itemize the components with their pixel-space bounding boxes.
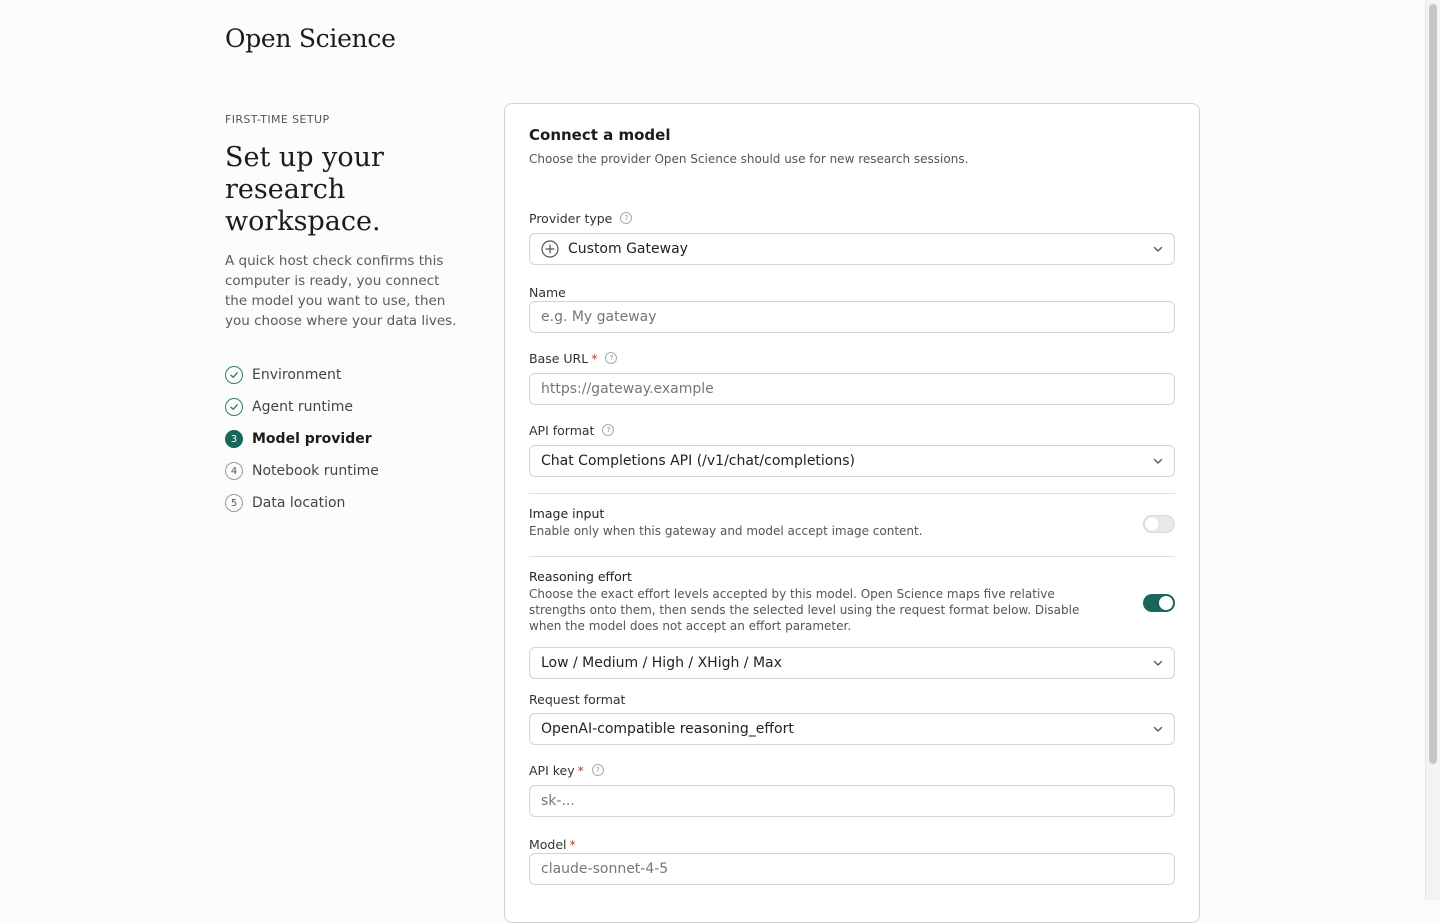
- request-format-select[interactable]: OpenAI-compatible reasoning_effort: [529, 713, 1175, 745]
- effort-levels-value: Low / Medium / High / XHigh / Max: [541, 655, 782, 671]
- section-divider: [529, 556, 1175, 557]
- step-agent-runtime: Agent runtime: [225, 391, 465, 423]
- model-field-box: [529, 853, 1175, 885]
- connect-model-card: Connect a model Choose the provider Open…: [504, 103, 1200, 923]
- step-label: Agent runtime: [252, 399, 354, 415]
- reasoning-effort-title: Reasoning effort: [529, 569, 632, 584]
- check-icon: [225, 398, 243, 416]
- api-key-field-box: [529, 785, 1175, 817]
- reasoning-effort-toggle[interactable]: [1143, 594, 1175, 612]
- chevron-down-icon: [1153, 660, 1163, 666]
- card-subtitle: Choose the provider Open Science should …: [529, 152, 969, 166]
- image-input-toggle[interactable]: [1143, 515, 1175, 533]
- reasoning-effort-description: Choose the exact effort levels accepted …: [529, 587, 1080, 633]
- effort-levels-select[interactable]: Low / Medium / High / XHigh / Max: [529, 647, 1175, 679]
- provider-type-value: Custom Gateway: [568, 241, 688, 257]
- api-key-input[interactable]: [541, 793, 1163, 809]
- brand-logo-text: Open Science: [225, 24, 396, 53]
- help-icon[interactable]: ?: [602, 424, 615, 436]
- step-number-badge: 3: [225, 430, 243, 448]
- card-title: Connect a model: [529, 126, 671, 144]
- api-format-select[interactable]: Chat Completions API (/v1/chat/completio…: [529, 445, 1175, 477]
- step-label: Environment: [252, 367, 342, 383]
- model-input[interactable]: [541, 861, 1163, 877]
- reasoning-effort-row: Reasoning effort Choose the exact effort…: [529, 569, 1175, 637]
- chevron-down-icon: [1153, 458, 1163, 464]
- section-divider: [529, 493, 1175, 494]
- setup-intro: A quick host check confirms this compute…: [225, 253, 457, 329]
- name-input[interactable]: [541, 309, 1163, 325]
- step-notebook-runtime: 4 Notebook runtime: [225, 455, 465, 487]
- image-input-title: Image input: [529, 506, 605, 521]
- image-input-description: Enable only when this gateway and model …: [529, 524, 923, 538]
- chevron-down-icon: [1153, 726, 1163, 732]
- model-label: Model *: [529, 836, 576, 852]
- name-field-box: [529, 301, 1175, 333]
- circle-plus-icon: [541, 240, 559, 258]
- setup-sidebar: FIRST-TIME SETUP Set up your research wo…: [225, 113, 465, 519]
- step-label: Notebook runtime: [252, 463, 379, 479]
- base-url-field-box: [529, 373, 1175, 405]
- help-icon[interactable]: ?: [620, 212, 633, 224]
- step-number-badge: 5: [225, 494, 243, 512]
- step-environment: Environment: [225, 359, 465, 391]
- help-icon[interactable]: ?: [591, 764, 604, 776]
- base-url-label: Base URL * ?: [529, 350, 1175, 366]
- step-model-provider: 3 Model provider: [225, 423, 465, 455]
- step-label: Model provider: [252, 431, 372, 447]
- check-icon: [225, 366, 243, 384]
- setup-eyebrow: FIRST-TIME SETUP: [225, 113, 330, 126]
- help-icon[interactable]: ?: [605, 352, 618, 364]
- provider-type-select[interactable]: Custom Gateway: [529, 233, 1175, 265]
- name-label: Name: [529, 284, 566, 300]
- api-format-label: API format ?: [529, 422, 1175, 438]
- step-label: Data location: [252, 495, 346, 511]
- api-format-value: Chat Completions API (/v1/chat/completio…: [541, 453, 856, 469]
- required-marker: *: [577, 762, 584, 778]
- request-format-value: OpenAI-compatible reasoning_effort: [541, 721, 794, 737]
- setup-steps: Environment Agent runtime 3 Model provid…: [225, 359, 465, 519]
- step-data-location: 5 Data location: [225, 487, 465, 519]
- chevron-down-icon: [1153, 246, 1163, 252]
- request-format-label: Request format: [529, 691, 626, 707]
- required-marker: *: [569, 836, 576, 852]
- page-title: Set up your research workspace.: [225, 142, 384, 237]
- required-marker: *: [591, 350, 598, 366]
- page-scrollbar[interactable]: [1425, 0, 1440, 900]
- api-key-label: API key * ?: [529, 762, 1175, 778]
- base-url-input[interactable]: [541, 381, 1163, 397]
- step-number-badge: 4: [225, 462, 243, 480]
- provider-type-label: Provider type ?: [529, 210, 1175, 226]
- image-input-row: Image input Enable only when this gatewa…: [529, 506, 1175, 546]
- scrollbar-thumb[interactable]: [1429, 4, 1437, 764]
